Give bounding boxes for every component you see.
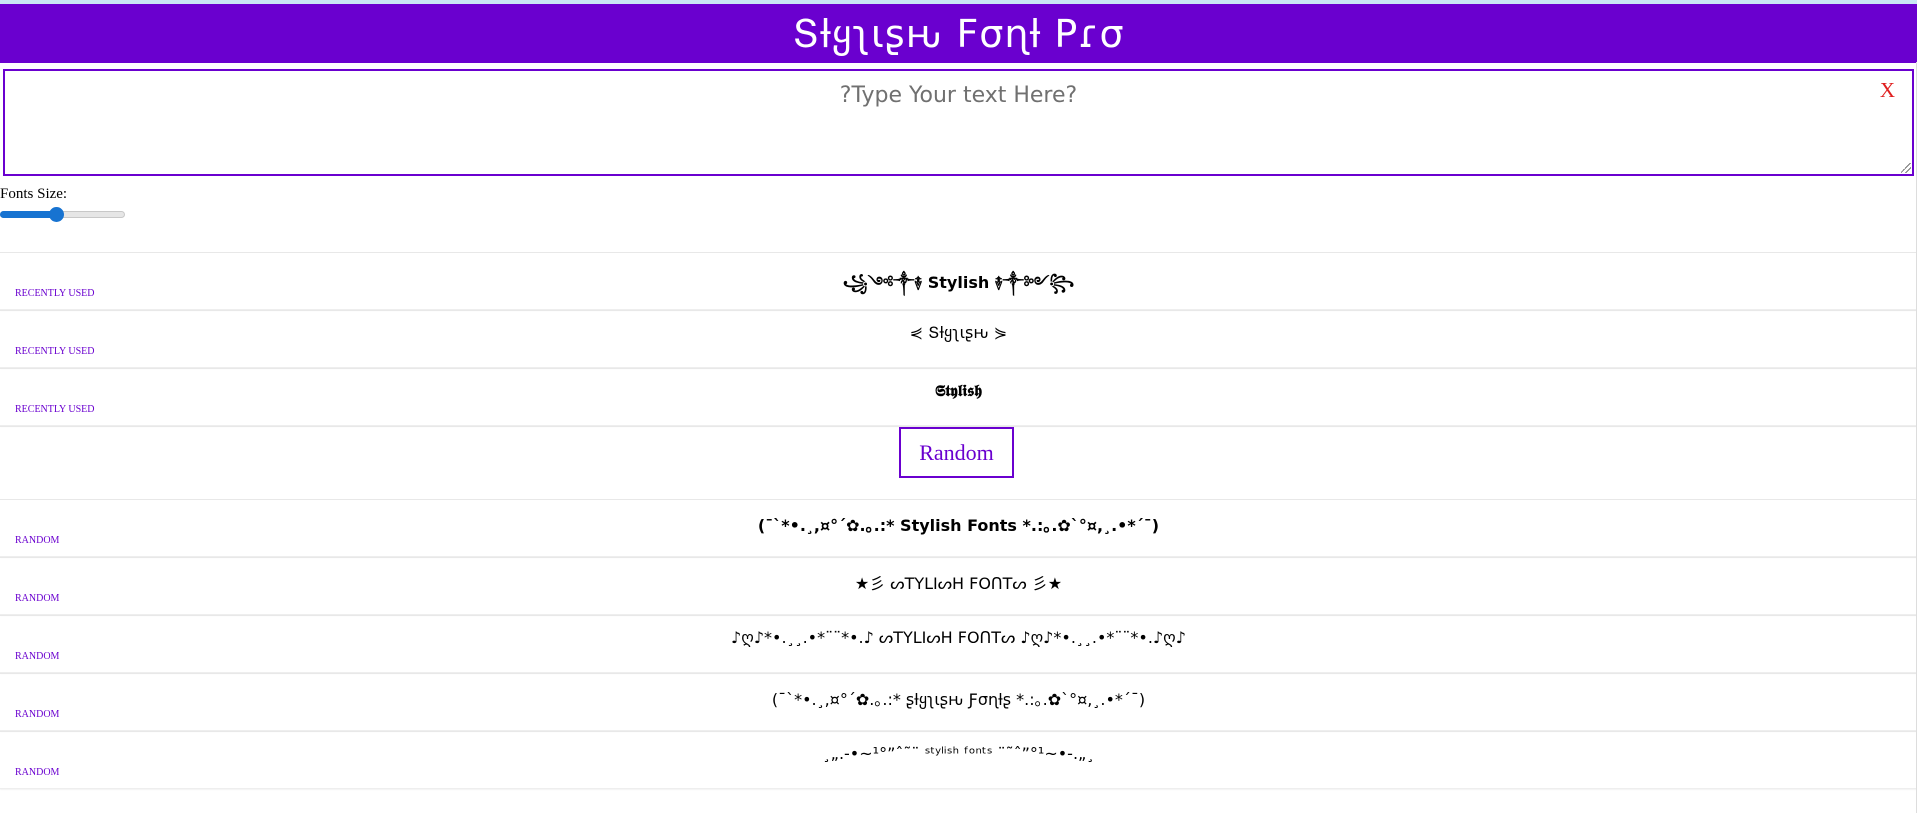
font-row-recent-2[interactable]: ⋞ Տƚყʅιʂԋ ⋟ RECENTLY USED	[0, 310, 1917, 368]
random-button[interactable]: Random	[899, 427, 1014, 478]
row-tag: RANDOM	[15, 651, 60, 662]
app-header: Տƚყʅιʂԋ Fσɳƚ Pɾσ	[0, 4, 1917, 63]
font-row-random-2[interactable]: ★彡 ᔕTYLIᔕH FOᑎTᔕ 彡★ RANDOM	[0, 557, 1917, 615]
row-tag: RANDOM	[15, 593, 60, 604]
font-preview[interactable]: ⋞ Տƚყʅιʂԋ ⋟	[0, 323, 1917, 342]
row-tag: RANDOM	[15, 535, 60, 546]
text-input-container: X	[3, 69, 1914, 176]
font-row-random-1[interactable]: (¯`*•.¸,¤°´✿.｡.:* Stylish Fonts *.:｡.✿`°…	[0, 499, 1917, 557]
font-preview[interactable]: 𝕾𝖙𝖞𝖑𝖎𝖘𝖍	[0, 381, 1917, 401]
font-row-recent-1[interactable]: ꧁༺༒࿈ Stylish ࿈༒༻꧂ RECENTLY USED	[0, 252, 1917, 310]
page: Տƚყʅιʂԋ Fσɳƚ Pɾσ X Fonts Size: ꧁༺༒࿈ Styl…	[0, 0, 1917, 813]
font-size-label: Fonts Size:	[0, 186, 68, 202]
font-preview[interactable]: ♪ღ♪*•.¸¸.•*¨¨*•.♪ ᔕTYLIᔕH FOᑎTᔕ ♪ღ♪*•.¸¸…	[0, 628, 1917, 647]
font-list: ꧁༺༒࿈ Stylish ࿈༒༻꧂ RECENTLY USED ⋞ Տƚყʅιʂ…	[0, 252, 1917, 789]
text-input[interactable]	[5, 71, 1912, 174]
app-title: Տƚყʅιʂԋ Fσɳƚ Pɾσ	[792, 12, 1125, 56]
random-button-row: Random	[0, 426, 1917, 499]
row-tag: RANDOM	[15, 709, 60, 720]
font-row-recent-3[interactable]: 𝕾𝖙𝖞𝖑𝖎𝖘𝖍 RECENTLY USED	[0, 368, 1917, 426]
row-tag: RECENTLY USED	[15, 404, 95, 415]
font-preview[interactable]: (¯`*•.¸,¤°´✿.｡.:* ʂƚყʅιʂԋ Ƒσɳƚʂ *.:｡.✿`°…	[0, 686, 1917, 710]
font-preview[interactable]: (¯`*•.¸,¤°´✿.｡.:* Stylish Fonts *.:｡.✿`°…	[0, 512, 1917, 536]
row-tag: RECENTLY USED	[15, 346, 95, 357]
row-tag: RECENTLY USED	[15, 288, 95, 299]
resize-grip-icon[interactable]	[1901, 163, 1911, 173]
font-size-slider[interactable]	[0, 206, 125, 222]
font-preview[interactable]: ꧁༺༒࿈ Stylish ࿈༒༻꧂	[0, 265, 1917, 310]
slider-thumb[interactable]	[49, 207, 65, 222]
font-row-random-4[interactable]: (¯`*•.¸,¤°´✿.｡.:* ʂƚყʅιʂԋ Ƒσɳƚʂ *.:｡.✿`°…	[0, 673, 1917, 731]
font-row-random-3[interactable]: ♪ღ♪*•.¸¸.•*¨¨*•.♪ ᔕTYLIᔕH FOᑎTᔕ ♪ღ♪*•.¸¸…	[0, 615, 1917, 673]
font-row-random-5[interactable]: ¸„.-•~¹°”ˆ˜¨ ˢᵗʸˡⁱˢʰ ᶠᵒⁿᵗˢ ¨˜ˆ”°¹~•-.„¸ …	[0, 731, 1917, 789]
slider-fill	[0, 211, 57, 218]
clear-button[interactable]: X	[1880, 78, 1895, 103]
font-preview[interactable]: ¸„.-•~¹°”ˆ˜¨ ˢᵗʸˡⁱˢʰ ᶠᵒⁿᵗˢ ¨˜ˆ”°¹~•-.„¸	[0, 744, 1917, 763]
row-tag: RANDOM	[15, 767, 60, 778]
font-preview[interactable]: ★彡 ᔕTYLIᔕH FOᑎTᔕ 彡★	[0, 570, 1917, 594]
